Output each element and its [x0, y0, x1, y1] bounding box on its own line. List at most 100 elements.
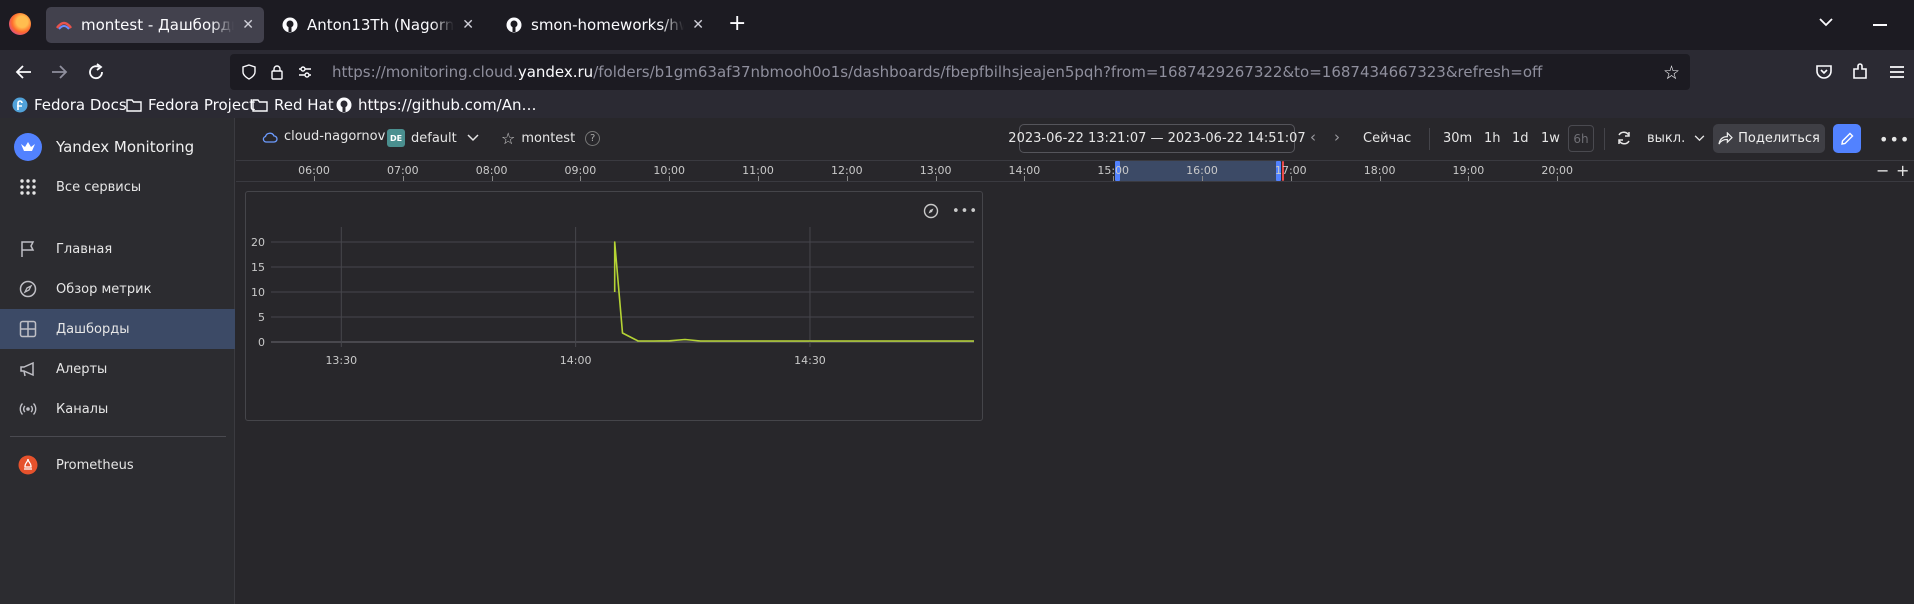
brand-name: Yandex Monitoring — [56, 138, 195, 156]
close-icon[interactable]: ✕ — [462, 17, 474, 33]
bookmark-fedora-docs[interactable]: Fedora Docs — [12, 96, 127, 114]
sidebar-item-metrics[interactable]: Обзор метрик — [0, 269, 235, 309]
timeline-tick — [1557, 176, 1559, 181]
date-range-picker[interactable]: 2023-06-22 13:21:07 — 2023-06-22 14:51:0… — [1008, 124, 1306, 153]
firefox-logo-icon[interactable] — [9, 13, 31, 35]
pocket-icon[interactable] — [1814, 62, 1834, 82]
sidebar: Yandex Monitoring Все сервисы Главная Об… — [0, 118, 235, 604]
url-bar[interactable]: https://monitoring.cloud.yandex.ru/folde… — [230, 54, 1690, 90]
dashboard-title[interactable]: ☆ montest ? — [501, 129, 601, 148]
edit-pencil-button[interactable] — [1833, 124, 1861, 153]
sidebar-item-home[interactable]: Главная — [0, 229, 235, 269]
folder-selector[interactable]: DE default — [387, 129, 479, 147]
reload-icon[interactable] — [84, 60, 108, 84]
pencil-icon — [1841, 132, 1854, 145]
github-icon — [336, 97, 352, 113]
dashboard-toolbar: cloud-nagornov DE default ☆ montest ? 20… — [236, 118, 1914, 160]
toolbar-divider — [1429, 128, 1430, 150]
navigation-bar: https://monitoring.cloud.yandex.ru/folde… — [0, 50, 1914, 94]
close-icon[interactable]: ✕ — [692, 17, 704, 33]
tab-title: montest - Дашборды - Yandex Monitoring — [81, 16, 234, 34]
timeline-tick — [1290, 176, 1292, 181]
timeline-tick — [1379, 176, 1381, 181]
permissions-icon[interactable] — [296, 63, 314, 81]
github-icon — [506, 17, 522, 33]
timeline-tick — [314, 176, 315, 181]
compass-icon — [18, 279, 38, 299]
share-button[interactable]: Поделиться — [1713, 124, 1825, 153]
timeline-tick — [935, 176, 937, 181]
folder-badge: DE — [387, 129, 405, 147]
new-tab-plus-icon[interactable]: + — [728, 12, 746, 36]
bookmark-fedora-project[interactable]: Fedora Project — [126, 96, 255, 114]
zoom-out-icon[interactable]: − — [1876, 161, 1889, 180]
chevron-down-icon — [467, 134, 479, 142]
cloud-selector[interactable]: cloud-nagornov — [262, 129, 385, 144]
folder-icon — [252, 97, 268, 113]
menu-icon[interactable] — [1887, 62, 1907, 82]
tab-montest[interactable]: montest - Дашборды - Yandex Monitoring ✕ — [46, 7, 264, 43]
help-icon[interactable]: ? — [585, 131, 601, 146]
close-icon[interactable]: ✕ — [242, 17, 254, 33]
lock-icon[interactable] — [268, 63, 286, 81]
range-1h-button[interactable]: 1h — [1484, 131, 1501, 146]
timeline-tick — [669, 176, 671, 181]
sidebar-item-all-services[interactable]: Все сервисы — [0, 167, 235, 207]
brand[interactable]: Yandex Monitoring — [14, 133, 194, 161]
cloud-icon — [262, 132, 278, 143]
chevron-down-icon — [1695, 135, 1705, 142]
yandex-cloud-icon — [56, 17, 72, 33]
x-tick-label: 14:30 — [794, 354, 826, 367]
sidebar-item-dashboards[interactable]: Дашборды — [0, 309, 235, 349]
flag-icon — [18, 239, 38, 259]
timeline-tick — [846, 176, 848, 181]
range-1w-button[interactable]: 1w — [1541, 131, 1560, 146]
chevron-down-icon[interactable] — [1818, 14, 1834, 30]
auto-refresh-selector[interactable]: выкл. — [1647, 131, 1705, 146]
chart-widget: ••• 0 5 10 15 20 13:30 14:00 14:30 — [245, 191, 983, 421]
bookmarks-toolbar: Fedora Docs Fedora Project Red Hat https… — [0, 94, 1914, 118]
forward-arrow-icon[interactable] — [47, 60, 71, 84]
y-tick-label: 15 — [251, 261, 265, 274]
range-30m-button[interactable]: 30m — [1443, 131, 1472, 146]
range-6h-button[interactable]: 6h — [1568, 125, 1594, 152]
bookmark-star-icon[interactable]: ☆ — [1663, 62, 1680, 84]
sidebar-item-prometheus[interactable]: Prometheus — [0, 445, 235, 485]
y-tick-label: 0 — [258, 336, 265, 349]
sidebar-divider — [10, 436, 226, 437]
extensions-icon[interactable] — [1850, 62, 1870, 82]
broadcast-icon — [18, 399, 38, 419]
next-period-icon[interactable]: › — [1334, 128, 1340, 146]
github-icon — [282, 17, 298, 33]
timeline-tick — [402, 176, 404, 181]
zoom-in-icon[interactable]: + — [1896, 161, 1909, 180]
browser-tab-bar: montest - Дашборды - Yandex Monitoring ✕… — [0, 0, 1914, 50]
shield-icon[interactable] — [240, 63, 258, 81]
megaphone-icon — [18, 359, 38, 379]
y-tick-label: 10 — [251, 286, 265, 299]
back-arrow-icon[interactable] — [12, 60, 36, 84]
sidebar-item-channels[interactable]: Каналы — [0, 389, 235, 429]
star-outline-icon[interactable]: ☆ — [501, 129, 515, 148]
url-text: https://monitoring.cloud.yandex.ru/folde… — [332, 63, 1543, 81]
timeline-tick — [1468, 176, 1470, 181]
bookmark-red-hat[interactable]: Red Hat — [252, 96, 334, 114]
prev-period-icon[interactable]: ‹ — [1310, 128, 1316, 146]
line-chart: 0 5 10 15 20 13:30 14:00 14:30 — [251, 227, 974, 367]
more-dots-icon[interactable]: ••• — [1879, 130, 1910, 149]
timeline-tick — [580, 176, 582, 181]
timeline-tick — [758, 176, 759, 181]
refresh-icon[interactable] — [1616, 130, 1632, 150]
prometheus-icon — [18, 455, 38, 475]
range-1d-button[interactable]: 1d — [1512, 131, 1529, 146]
now-button[interactable]: Сейчас — [1363, 131, 1411, 146]
sidebar-item-alerts[interactable]: Алерты — [0, 349, 235, 389]
minimize-icon[interactable] — [1873, 24, 1887, 26]
bookmark-github[interactable]: https://github.com/An… — [336, 96, 537, 114]
tab-github-repo[interactable]: smon-homeworks/hw-01 ✕ — [496, 7, 714, 43]
tab-github-profile[interactable]: Anton13Th (Nagornov Anton) ✕ — [272, 7, 484, 43]
dashboard-grid-icon — [18, 319, 38, 339]
tab-title: Anton13Th (Nagornov Anton) — [307, 16, 455, 34]
yandex-monitoring-logo-icon — [14, 133, 42, 161]
time-navigator[interactable]: 06:00 07:00 08:00 09:00 10:00 11:00 12:00 13:00… — [236, 160, 1914, 182]
